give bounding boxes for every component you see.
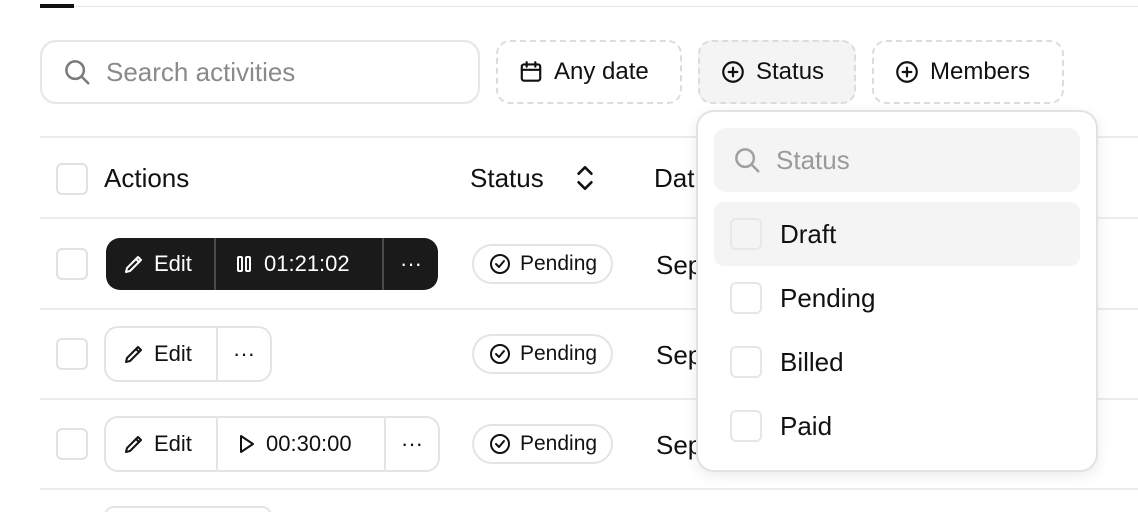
row-actions-group: [104, 506, 272, 512]
row-checkbox[interactable]: [56, 338, 88, 370]
pencil-icon: [125, 256, 142, 273]
search-box[interactable]: [40, 40, 480, 104]
search-icon: [65, 60, 90, 85]
option-checkbox[interactable]: [730, 410, 762, 442]
row-actions-group: Edit 00:30:00 ···: [104, 416, 440, 472]
tab-bar-divider: [40, 6, 1138, 7]
members-filter-button[interactable]: Members: [872, 40, 1064, 104]
row-checkbox[interactable]: [56, 248, 88, 280]
date-filter-button[interactable]: Any date: [496, 40, 682, 104]
check-circle-icon: [490, 344, 510, 364]
status-search-box[interactable]: [714, 128, 1080, 192]
actions-column-header: Actions: [104, 163, 190, 193]
status-option-draft[interactable]: Draft: [714, 202, 1080, 266]
status-search-input[interactable]: [776, 144, 1056, 176]
option-checkbox[interactable]: [730, 282, 762, 314]
status-badge: Pending: [472, 424, 614, 464]
status-filter-dropdown: Draft Pending Billed Paid: [696, 110, 1098, 472]
activities-page: Any date Status Members Actions Status D…: [0, 0, 1138, 512]
check-circle-icon: [490, 254, 510, 274]
active-tab-indicator: [40, 4, 74, 8]
play-icon: [240, 435, 254, 453]
edit-button[interactable]: Edit: [106, 418, 216, 470]
date-column-header[interactable]: Dat: [654, 163, 694, 194]
select-all-checkbox[interactable]: [56, 163, 88, 195]
calendar-icon: [520, 61, 542, 82]
status-option-billed[interactable]: Billed: [714, 330, 1080, 394]
row-checkbox[interactable]: [56, 428, 88, 460]
search-icon: [735, 148, 760, 173]
row-actions-group: Edit 01:21:02 ···: [106, 238, 438, 290]
timer-button[interactable]: 01:21:02: [214, 238, 382, 290]
more-icon: ···: [233, 341, 255, 366]
more-icon: ···: [401, 431, 423, 456]
status-badge: Pending: [472, 244, 614, 284]
status-option-paid[interactable]: Paid: [714, 394, 1080, 458]
status-filter-button[interactable]: Status: [698, 40, 856, 104]
search-input[interactable]: [106, 56, 446, 88]
more-icon: ···: [400, 251, 422, 276]
status-column-header[interactable]: Status: [470, 163, 544, 194]
row-actions-group: Edit ···: [104, 326, 272, 382]
plus-circle-icon: [722, 61, 744, 83]
status-option-pending[interactable]: Pending: [714, 266, 1080, 330]
plus-circle-icon: [896, 61, 918, 83]
sort-icon[interactable]: [572, 163, 598, 193]
row-divider: [40, 488, 1138, 490]
pencil-icon: [125, 436, 142, 453]
pencil-icon: [125, 346, 142, 363]
more-button[interactable]: ···: [216, 328, 270, 380]
status-badge: Pending: [472, 334, 614, 374]
edit-button[interactable]: Edit: [106, 238, 214, 290]
pause-icon: [237, 256, 251, 272]
members-filter-label: Members: [930, 58, 1031, 85]
option-checkbox[interactable]: [730, 218, 762, 250]
more-button[interactable]: ···: [382, 238, 438, 290]
status-filter-label: Status: [756, 58, 825, 85]
timer-button[interactable]: 00:30:00: [216, 418, 384, 470]
option-checkbox[interactable]: [730, 346, 762, 378]
date-filter-label: Any date: [554, 58, 649, 85]
check-circle-icon: [490, 434, 510, 454]
more-button[interactable]: ···: [384, 418, 438, 470]
edit-button[interactable]: Edit: [106, 328, 216, 380]
